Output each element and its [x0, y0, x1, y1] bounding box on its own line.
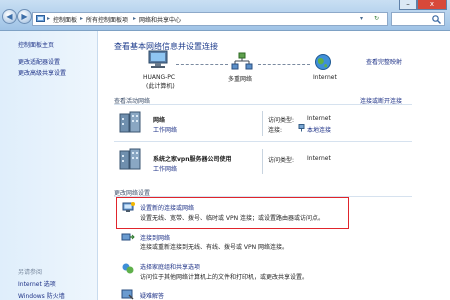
back-button[interactable]: ◀: [2, 9, 17, 24]
breadcrumb-all-items[interactable]: 所有控制面板项: [86, 15, 128, 24]
new-connection-icon: [122, 202, 135, 212]
back-arrow-icon: ◀: [6, 12, 13, 21]
main-content: [98, 31, 450, 300]
network-1-connection-link[interactable]: 本地连接: [307, 125, 331, 134]
homegroup-icon: [122, 263, 134, 274]
local-connection-icon: [298, 124, 305, 132]
computer-sublabel: (此计算机): [146, 83, 175, 90]
search-icon: [432, 15, 441, 24]
title-bar: – x ◀ ▶ ▸ 控制面板 ▸ 所有控制面板项 ▸ 网络和共享中心 ▾ ↻: [0, 0, 450, 31]
task-setup-connection-desc: 设置无线、宽带、拨号、临时或 VPN 连接；或设置路由器或访问点。: [140, 215, 325, 222]
column-divider: [262, 111, 263, 136]
search-input[interactable]: [391, 12, 445, 26]
task-setup-connection-link[interactable]: 设置新的连接或网络: [140, 203, 194, 212]
network-1-name: 网络: [153, 117, 166, 124]
network-1-type-link[interactable]: 工作网络: [153, 125, 177, 134]
network-2-type-link[interactable]: 工作网络: [153, 164, 177, 173]
task-homegroup-desc: 访问位于其他网络计算机上的文件和打印机，或更改共享设置。: [140, 274, 309, 281]
task-connect-network-desc: 连接或重新连接到无线、有线、拨号或 VPN 网络连接。: [140, 244, 289, 251]
full-map-link[interactable]: 查看完整映射: [366, 57, 402, 66]
close-label: x: [429, 0, 435, 8]
sidebar-item-internet-options[interactable]: Internet 选项: [18, 279, 56, 288]
network-2-access-value: Internet: [307, 155, 331, 162]
work-network-icon: [119, 148, 141, 170]
separator: [114, 141, 412, 142]
minimize-label: –: [406, 0, 410, 8]
address-dropdown-icon[interactable]: ▾: [360, 15, 363, 22]
sidebar-item-firewall[interactable]: Windows 防火墙: [18, 291, 65, 300]
computer-name: HUANG-PC: [143, 74, 176, 81]
globe-icon: [315, 54, 331, 70]
multi-network-icon: [231, 52, 253, 70]
control-panel-icon: [36, 15, 45, 22]
breadcrumb-network-center[interactable]: 网络和共享中心: [139, 15, 181, 24]
task-troubleshoot-link[interactable]: 疑难解答: [140, 291, 164, 300]
sidebar-item-home[interactable]: 控制面板主页: [18, 40, 54, 49]
network-1-connection-label: 连接:: [268, 127, 283, 134]
network-2-access-label: 访问类型:: [268, 157, 295, 164]
connect-network-icon: [121, 233, 135, 241]
network-2-name: 系统之家vpn服务器公司使用: [153, 156, 232, 163]
address-bar[interactable]: ▸ 控制面板 ▸ 所有控制面板项 ▸ 网络和共享中心 ▾ ↻: [32, 12, 388, 26]
network-1-access-label: 访问类型:: [268, 117, 295, 124]
separator: [114, 104, 412, 105]
computer-icon: [148, 50, 168, 68]
task-connect-network-link[interactable]: 连接到网络: [140, 233, 170, 242]
task-homegroup-link[interactable]: 选择家庭组和共享选项: [140, 262, 200, 271]
sidebar-item-advanced-sharing[interactable]: 更改高级共享设置: [18, 68, 66, 77]
column-divider: [262, 149, 263, 174]
forward-button[interactable]: ▶: [17, 9, 32, 24]
see-also-heading: 另请参阅: [18, 269, 43, 276]
minimize-button[interactable]: –: [399, 0, 417, 10]
map-connector: [258, 64, 310, 65]
work-network-icon: [119, 111, 141, 133]
troubleshoot-icon: [121, 289, 134, 300]
forward-arrow-icon: ▶: [21, 12, 28, 21]
close-button[interactable]: x: [417, 0, 447, 10]
map-connector: [176, 64, 228, 65]
multi-network-label: 多重网络: [228, 76, 253, 83]
internet-label: Internet: [313, 74, 337, 81]
sidebar: 控制面板主页 更改适配器设置 更改高级共享设置 另请参阅 Internet 选项…: [0, 31, 98, 300]
network-1-access-value: Internet: [307, 115, 331, 122]
sidebar-item-adapter-settings[interactable]: 更改适配器设置: [18, 57, 60, 66]
breadcrumb-control-panel[interactable]: 控制面板: [53, 15, 77, 24]
refresh-icon[interactable]: ↻: [374, 15, 379, 22]
